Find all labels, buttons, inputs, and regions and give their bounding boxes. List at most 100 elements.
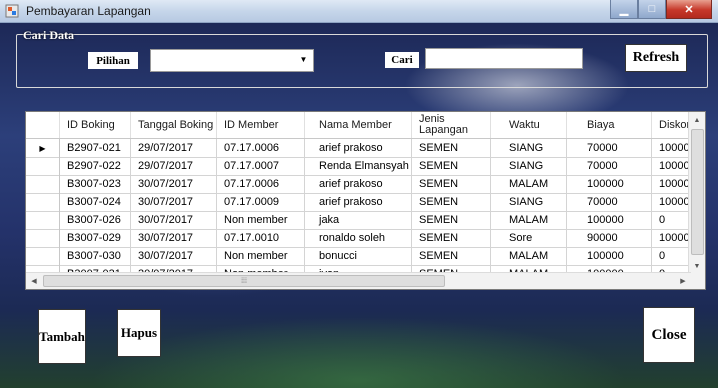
table-cell[interactable]: 30/07/2017 <box>131 175 217 193</box>
column-header[interactable]: Jenis Lapangan <box>412 112 491 138</box>
table-cell[interactable]: 30/07/2017 <box>131 247 217 265</box>
row-header-corner <box>26 112 60 138</box>
table-cell[interactable]: SEMEN <box>412 175 491 193</box>
pilihan-label: Pilihan <box>88 52 138 69</box>
current-row-icon[interactable]: ▶ <box>26 139 60 157</box>
maximize-icon: □ <box>648 3 656 15</box>
table-cell[interactable]: arief prakoso <box>305 139 412 157</box>
column-header[interactable]: Waktu <box>491 112 567 138</box>
table-cell[interactable]: ronaldo soleh <box>305 229 412 247</box>
row-header[interactable] <box>26 193 60 211</box>
refresh-button[interactable]: Refresh <box>625 44 687 72</box>
table-row[interactable]: B2907-022 29/07/2017 07.17.0007 Renda Elman… <box>26 157 705 176</box>
search-group-legend: Cari Data <box>23 28 74 42</box>
close-button[interactable]: Close <box>643 307 695 363</box>
table-cell[interactable]: 30/07/2017 <box>131 193 217 211</box>
table-cell[interactable]: B2907-022 <box>60 157 131 175</box>
table-cell[interactable]: 30/07/2017 <box>131 211 217 229</box>
table-cell[interactable]: jaka <box>305 211 412 229</box>
booking-data-grid[interactable]: ID Boking Tanggal Boking ID Member Nama … <box>25 111 706 290</box>
minimize-button[interactable]: ▁ <box>610 0 638 19</box>
horizontal-scrollbar[interactable]: ◀ ⁞⁞⁞ ▶ <box>26 272 691 289</box>
table-cell[interactable]: MALAM <box>491 247 567 265</box>
scroll-down-icon[interactable]: ▼ <box>689 258 705 274</box>
table-cell[interactable]: 29/07/2017 <box>131 157 217 175</box>
scroll-left-icon[interactable]: ◀ <box>26 273 42 289</box>
table-cell[interactable]: B3007-024 <box>60 193 131 211</box>
table-cell[interactable]: MALAM <box>491 175 567 193</box>
window-title: Pembayaran Lapangan <box>26 4 151 18</box>
table-row[interactable]: B3007-029 30/07/2017 07.17.0010 ronaldo sol… <box>26 229 705 248</box>
table-cell[interactable]: arief prakoso <box>305 193 412 211</box>
table-cell[interactable]: SIANG <box>491 139 567 157</box>
table-cell[interactable]: 100000 <box>567 247 652 265</box>
minimize-icon: ▁ <box>619 3 629 16</box>
hapus-button[interactable]: Hapus <box>117 309 161 357</box>
table-cell[interactable]: 29/07/2017 <box>131 139 217 157</box>
close-icon: ✕ <box>684 3 694 16</box>
column-header[interactable]: ID Boking <box>60 112 131 138</box>
table-cell[interactable]: 07.17.0010 <box>217 229 305 247</box>
column-header[interactable]: Nama Member <box>305 112 412 138</box>
vertical-scroll-thumb[interactable] <box>691 129 704 255</box>
table-cell[interactable]: SEMEN <box>412 193 491 211</box>
table-cell[interactable]: B3007-030 <box>60 247 131 265</box>
row-header[interactable] <box>26 229 60 247</box>
table-row[interactable]: B3007-026 30/07/2017 Non member jaka SEMEN MA… <box>26 211 705 230</box>
table-cell[interactable]: 70000 <box>567 157 652 175</box>
table-row[interactable]: B3007-030 30/07/2017 Non member bonucci SEME… <box>26 247 705 266</box>
table-cell[interactable]: Non member <box>217 247 305 265</box>
table-cell[interactable]: bonucci <box>305 247 412 265</box>
table-cell[interactable]: B2907-021 <box>60 139 131 157</box>
table-cell[interactable]: SIANG <box>491 157 567 175</box>
row-header[interactable] <box>26 157 60 175</box>
column-header[interactable]: Biaya <box>567 112 652 138</box>
vertical-scrollbar[interactable]: ▲ ▼ <box>688 112 705 274</box>
table-cell[interactable]: SEMEN <box>412 211 491 229</box>
close-window-button[interactable]: ✕ <box>666 0 712 19</box>
column-header[interactable]: Tanggal Boking <box>131 112 217 138</box>
grid-header: ID Boking Tanggal Boking ID Member Nama … <box>26 112 705 139</box>
table-cell[interactable]: arief prakoso <box>305 175 412 193</box>
table-cell[interactable]: 70000 <box>567 193 652 211</box>
table-cell[interactable]: 07.17.0007 <box>217 157 305 175</box>
tambah-button[interactable]: Tambah <box>38 309 86 364</box>
table-cell[interactable]: 30/07/2017 <box>131 229 217 247</box>
cari-label: Cari <box>385 52 419 68</box>
row-header[interactable] <box>26 175 60 193</box>
table-cell[interactable]: Non member <box>217 211 305 229</box>
scrollbar-corner <box>689 273 705 289</box>
table-cell[interactable]: SEMEN <box>412 139 491 157</box>
maximize-button[interactable]: □ <box>638 0 666 19</box>
table-cell[interactable]: MALAM <box>491 211 567 229</box>
table-cell[interactable]: 100000 <box>567 175 652 193</box>
table-cell[interactable]: 70000 <box>567 139 652 157</box>
table-cell[interactable]: Renda Elmansyah <box>305 157 412 175</box>
title-bar: Pembayaran Lapangan ▁ □ ✕ <box>0 0 718 23</box>
row-header[interactable] <box>26 247 60 265</box>
table-row[interactable]: ▶ B2907-021 29/07/2017 07.17.0006 arief prak… <box>26 139 705 158</box>
table-cell[interactable]: 07.17.0006 <box>217 139 305 157</box>
table-cell[interactable]: SIANG <box>491 193 567 211</box>
table-row[interactable]: B3007-024 30/07/2017 07.17.0009 arief prako… <box>26 193 705 212</box>
table-cell[interactable]: 07.17.0009 <box>217 193 305 211</box>
table-cell[interactable]: B3007-029 <box>60 229 131 247</box>
table-cell[interactable]: SEMEN <box>412 229 491 247</box>
table-cell[interactable]: SEMEN <box>412 157 491 175</box>
dropdown-arrow-icon[interactable]: ▼ <box>296 52 311 67</box>
column-header[interactable]: ID Member <box>217 112 305 138</box>
table-row[interactable]: B3007-023 30/07/2017 07.17.0006 arief prako… <box>26 175 705 194</box>
table-cell[interactable]: 100000 <box>567 211 652 229</box>
row-header[interactable] <box>26 211 60 229</box>
app-icon <box>5 4 19 18</box>
table-cell[interactable]: B3007-023 <box>60 175 131 193</box>
table-cell[interactable]: SEMEN <box>412 247 491 265</box>
table-cell[interactable]: 90000 <box>567 229 652 247</box>
cari-input[interactable] <box>425 48 583 69</box>
horizontal-scroll-thumb[interactable]: ⁞⁞⁞ <box>43 275 445 287</box>
table-cell[interactable]: B3007-026 <box>60 211 131 229</box>
table-cell[interactable]: Sore <box>491 229 567 247</box>
scroll-up-icon[interactable]: ▲ <box>689 112 705 128</box>
table-cell[interactable]: 07.17.0006 <box>217 175 305 193</box>
pilihan-combobox[interactable]: ▼ <box>150 49 314 72</box>
